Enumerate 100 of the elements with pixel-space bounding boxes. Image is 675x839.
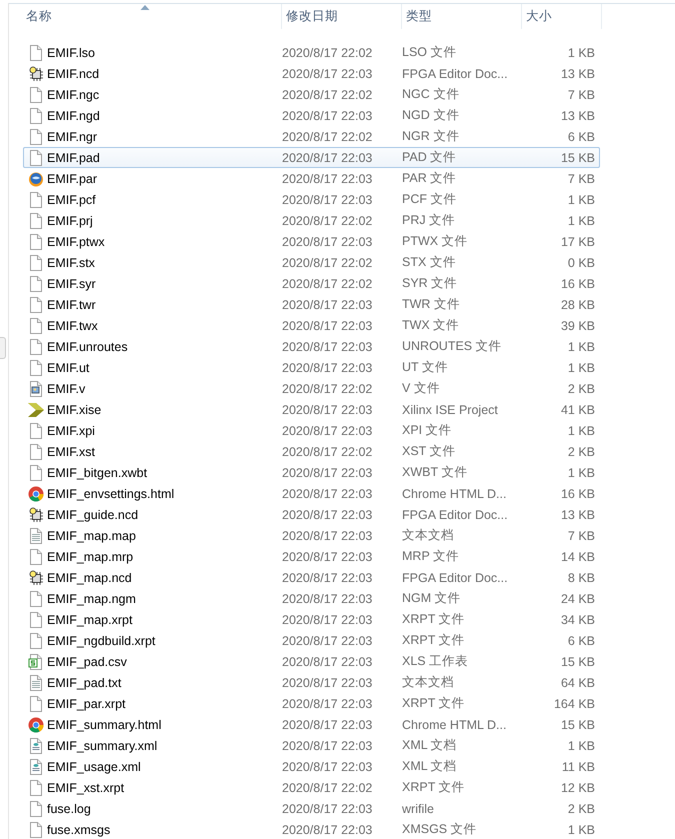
file-name: EMIF.pcf [47, 192, 96, 206]
file-row[interactable]: EMIF_xst.xrpt 2020/8/17 22:02 XRPT 文件 12 KB [23, 777, 600, 798]
file-row[interactable]: EMIF.twx 2020/8/17 22:03 TWX 文件 39 KB [23, 315, 600, 336]
browser-icon [28, 716, 44, 732]
file-type: XLS 工作表 [402, 653, 470, 670]
file-row[interactable]: EMIF.unroutes 2020/8/17 22:03 UNROUTES 文件 1 KB [23, 336, 600, 357]
file-size: 7 KB [566, 172, 595, 186]
file-row[interactable]: EMIF.v 2020/8/17 22:02 V 文件 2 KB [23, 378, 600, 399]
file-row[interactable]: EMIF.xise 2020/8/17 22:03 Xilinx ISE Project 41 KB [23, 399, 600, 420]
file-icon [28, 632, 44, 648]
date-modified: 2020/8/17 22:03 [282, 718, 374, 732]
file-size: 7 KB [566, 88, 595, 102]
file-row[interactable]: EMIF_guide.ncd 2020/8/17 22:03 FPGA Editor Doc... 13 KB [23, 504, 600, 525]
file-row[interactable]: EMIF.par 2020/8/17 22:03 PAR 文件 7 KB [23, 168, 600, 189]
file-type: NGM 文件 [402, 590, 462, 607]
file-type: XMSGS 文件 [402, 821, 478, 838]
file-icon [28, 150, 44, 166]
file-row[interactable]: EMIF.stx 2020/8/17 22:02 STX 文件 0 KB [23, 252, 600, 273]
date-modified: 2020/8/17 22:03 [282, 108, 374, 122]
date-modified: 2020/8/17 22:03 [282, 550, 374, 564]
file-size: 16 KB [560, 486, 595, 500]
file-row[interactable]: EMIF.twr 2020/8/17 22:03 TWR 文件 28 KB [23, 294, 600, 315]
file-icon [28, 800, 44, 816]
date-modified: 2020/8/17 22:03 [282, 298, 374, 312]
file-type: NGR 文件 [402, 128, 460, 145]
file-size: 1 KB [566, 424, 595, 438]
file-icon [28, 192, 44, 208]
chip-icon [28, 506, 44, 522]
file-row[interactable]: EMIF.ncd 2020/8/17 22:03 FPGA Editor Doc... 13 KB [23, 63, 600, 84]
file-row[interactable]: EMIF_pad.csv 2020/8/17 22:03 XLS 工作表 15 KB [23, 651, 600, 672]
file-name: fuse.xmsgs [47, 822, 110, 836]
file-name: EMIF_summary.xml [47, 738, 158, 752]
file-row[interactable]: EMIF_map.map 2020/8/17 22:03 文本文档 7 KB [23, 525, 600, 546]
date-modified: 2020/8/17 22:03 [282, 696, 374, 710]
file-row[interactable]: EMIF.pad 2020/8/17 22:03 PAD 文件 15 KB [23, 147, 600, 168]
file-row[interactable]: fuse.log 2020/8/17 22:03 wrifile 2 KB [23, 798, 600, 819]
file-row[interactable]: EMIF_envsettings.html 2020/8/17 22:03 Chrome HTML D... 16 KB [23, 483, 600, 504]
file-row[interactable]: EMIF_map.ngm 2020/8/17 22:03 NGM 文件 24 KB [23, 588, 600, 609]
date-modified: 2020/8/17 22:03 [282, 150, 374, 164]
file-row[interactable]: fuse.xmsgs 2020/8/17 22:03 XMSGS 文件 1 KB [23, 819, 600, 839]
file-icon [28, 296, 44, 312]
file-row[interactable]: EMIF_summary.html 2020/8/17 22:03 Chrome HTML D... 15 KB [23, 714, 600, 735]
file-name: EMIF.unroutes [47, 340, 128, 354]
file-row[interactable]: EMIF.ut 2020/8/17 22:03 UT 文件 1 KB [23, 357, 600, 378]
column-header[interactable]: 名称 [9, 4, 282, 29]
file-row[interactable]: EMIF_usage.xml 2020/8/17 22:03 XML 文档 11 KB [23, 756, 600, 777]
file-row[interactable]: EMIF_summary.xml 2020/8/17 22:03 XML 文档 1 KB [23, 735, 600, 756]
file-name: EMIF_bitgen.xwbt [47, 466, 148, 480]
file-type: XRPT 文件 [402, 632, 466, 649]
column-header[interactable]: 大小 [522, 4, 602, 29]
file-row[interactable]: EMIF.xpi 2020/8/17 22:03 XPI 文件 1 KB [23, 420, 600, 441]
file-size: 6 KB [566, 130, 595, 144]
file-row[interactable]: EMIF.ngr 2020/8/17 22:02 NGR 文件 6 KB [23, 126, 600, 147]
file-name: EMIF.xise [47, 402, 102, 416]
file-icon [28, 318, 44, 334]
date-modified: 2020/8/17 22:03 [282, 738, 374, 752]
file-size: 64 KB [560, 676, 595, 690]
file-row[interactable]: EMIF.lso 2020/8/17 22:02 LSO 文件 1 KB [23, 42, 600, 63]
file-name: EMIF.twx [47, 318, 98, 332]
file-row[interactable]: EMIF.prj 2020/8/17 22:02 PRJ 文件 1 KB [23, 210, 600, 231]
chevron-icon [28, 402, 44, 418]
file-size: 14 KB [560, 550, 595, 564]
file-row[interactable]: EMIF_map.mrp 2020/8/17 22:03 MRP 文件 14 KB [23, 546, 600, 567]
file-row[interactable]: EMIF_pad.txt 2020/8/17 22:03 文本文档 64 KB [23, 672, 600, 693]
file-name: EMIF_summary.html [47, 718, 162, 732]
file-row[interactable]: EMIF_bitgen.xwbt 2020/8/17 22:03 XWBT 文件 1 KB [23, 462, 600, 483]
globe-icon [28, 170, 44, 186]
file-type: NGD 文件 [402, 107, 460, 124]
date-modified: 2020/8/17 22:03 [282, 172, 374, 186]
date-modified: 2020/8/17 22:03 [282, 318, 374, 332]
file-size: 1 KB [566, 738, 595, 752]
file-size: 17 KB [560, 234, 595, 248]
date-modified: 2020/8/17 22:03 [282, 760, 374, 774]
file-row[interactable]: EMIF.ngd 2020/8/17 22:03 NGD 文件 13 KB [23, 105, 600, 126]
file-name: EMIF.twr [47, 298, 96, 312]
column-header[interactable]: 类型 [402, 4, 522, 29]
file-type: XML 文档 [402, 737, 458, 754]
chip-icon [28, 570, 44, 586]
file-icon [28, 108, 44, 124]
file-icon [28, 444, 44, 460]
date-modified: 2020/8/17 22:03 [282, 592, 374, 606]
file-size: 1 KB [566, 214, 595, 228]
file-row[interactable]: EMIF_ngdbuild.xrpt 2020/8/17 22:03 XRPT 文件 6 KB [23, 630, 600, 651]
file-icon [28, 612, 44, 628]
file-type: wrifile [402, 802, 435, 816]
file-row[interactable]: EMIF.pcf 2020/8/17 22:03 PCF 文件 1 KB [23, 189, 600, 210]
file-row[interactable]: EMIF.ptwx 2020/8/17 22:03 PTWX 文件 17 KB [23, 231, 600, 252]
file-row[interactable]: EMIF_par.xrpt 2020/8/17 22:03 XRPT 文件 164 KB [23, 693, 600, 714]
file-row[interactable]: EMIF.syr 2020/8/17 22:02 SYR 文件 16 KB [23, 273, 600, 294]
column-header[interactable]: 修改日期 [282, 4, 402, 29]
file-row[interactable]: EMIF_map.ncd 2020/8/17 22:03 FPGA Editor Doc... 8 KB [23, 567, 600, 588]
file-name: EMIF_guide.ncd [47, 508, 138, 522]
date-modified: 2020/8/17 22:02 [282, 88, 374, 102]
scroll-handle[interactable] [0, 337, 6, 359]
date-modified: 2020/8/17 22:03 [282, 570, 374, 584]
file-row[interactable]: EMIF.xst 2020/8/17 22:02 XST 文件 2 KB [23, 441, 600, 462]
file-row[interactable]: EMIF.ngc 2020/8/17 22:02 NGC 文件 7 KB [23, 84, 600, 105]
file-row[interactable]: EMIF_map.xrpt 2020/8/17 22:03 XRPT 文件 34 KB [23, 609, 600, 630]
date-modified: 2020/8/17 22:02 [282, 780, 374, 794]
file-name: EMIF_map.map [47, 528, 136, 542]
